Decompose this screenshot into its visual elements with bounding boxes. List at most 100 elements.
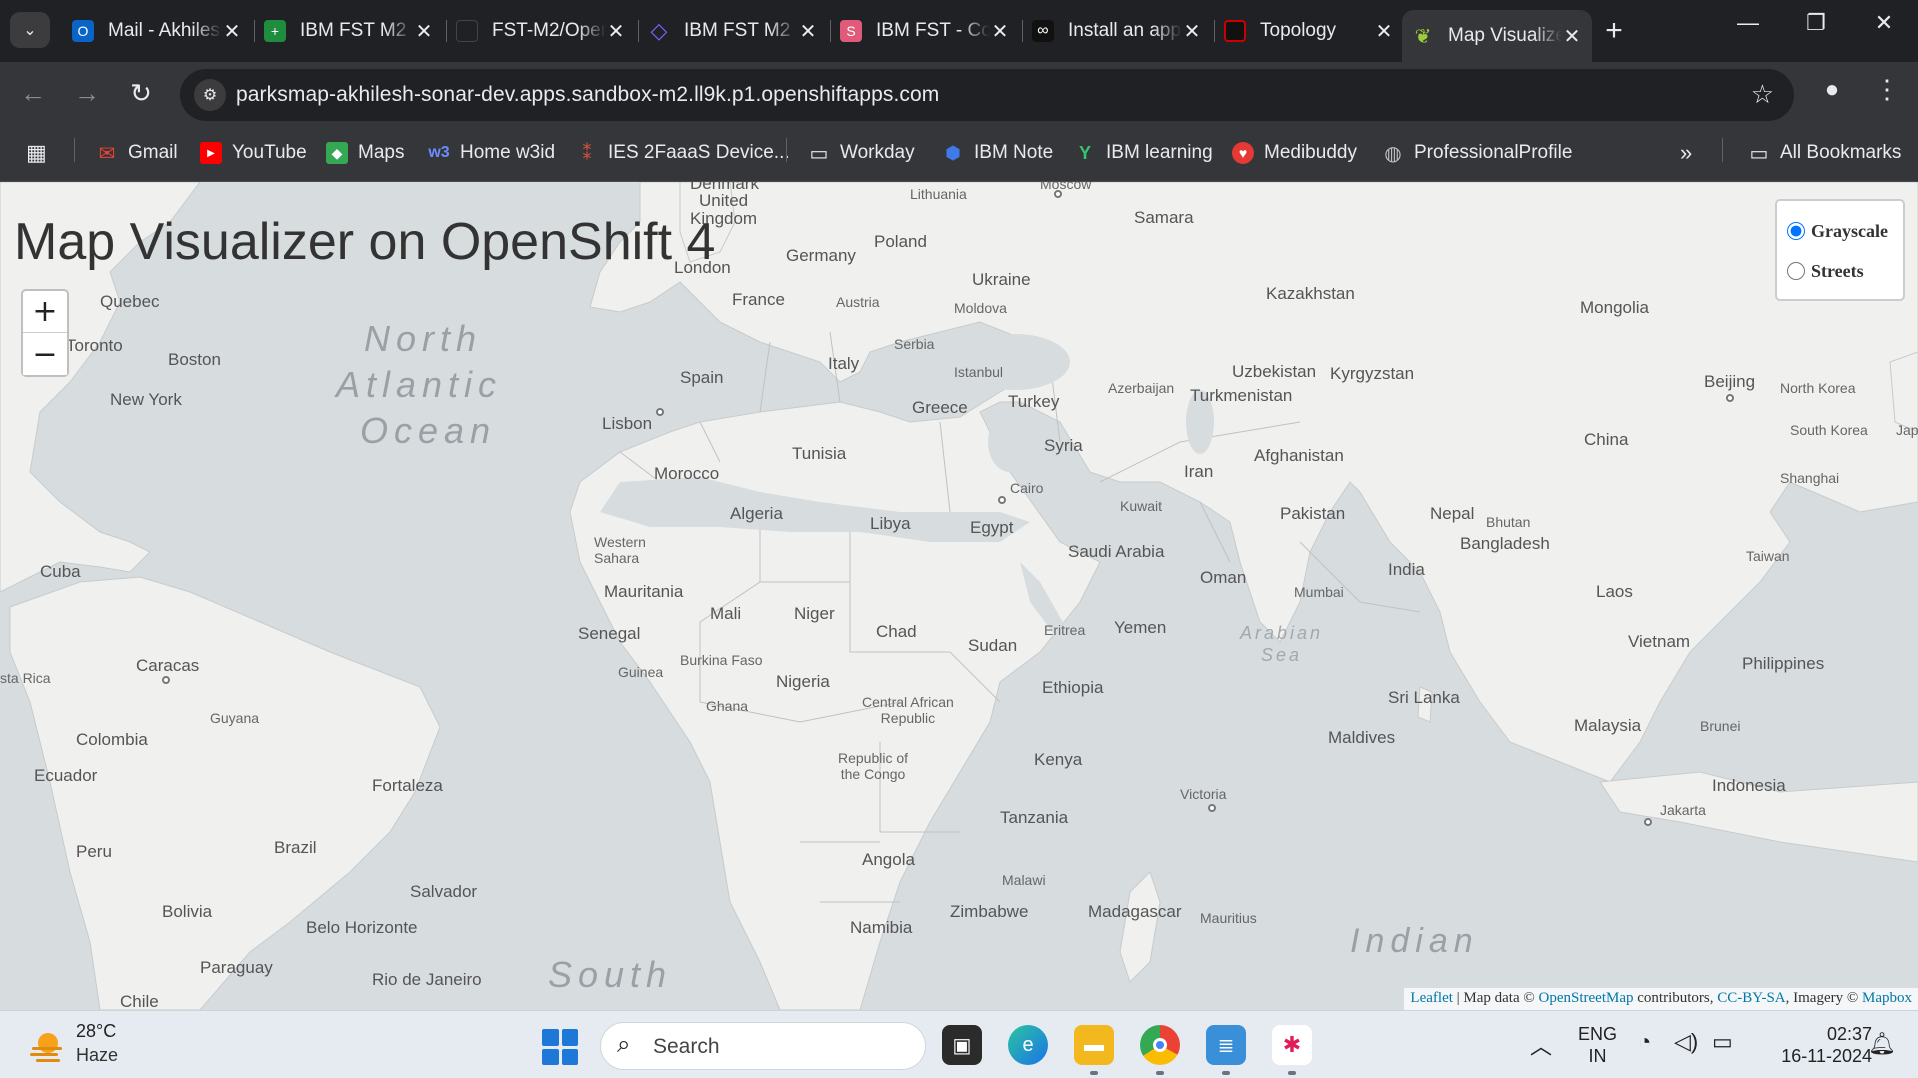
close-icon[interactable]: ✕ bbox=[990, 19, 1010, 44]
streets-radio[interactable] bbox=[1787, 262, 1805, 280]
file-explorer-icon[interactable]: ▬ bbox=[1074, 1025, 1114, 1065]
toolbar: ← → ↻ ⚙ parksmap-akhilesh-sonar-dev.apps… bbox=[0, 62, 1918, 126]
reload-button[interactable]: ↻ bbox=[124, 78, 158, 109]
wifi-icon[interactable]: ◔ bbox=[1638, 1029, 1651, 1055]
close-icon[interactable]: ✕ bbox=[1374, 19, 1394, 44]
map-label: Poland bbox=[874, 232, 927, 251]
grayscale-radio[interactable] bbox=[1787, 222, 1805, 240]
edge-icon[interactable]: e bbox=[1008, 1025, 1048, 1065]
openshift-icon bbox=[1224, 20, 1246, 42]
bookmark-star-icon[interactable]: ☆ bbox=[1751, 79, 1774, 110]
mapbox-link[interactable]: Mapbox bbox=[1862, 990, 1912, 1006]
profile-icon[interactable]: ● bbox=[1815, 76, 1849, 110]
map-label: Algeria bbox=[730, 504, 783, 523]
tab-topology[interactable]: Topology ✕ bbox=[1214, 10, 1404, 52]
map-label: Madagascar bbox=[1088, 902, 1182, 921]
notepad-icon[interactable]: ≣ bbox=[1206, 1025, 1246, 1065]
windows-start-icon[interactable] bbox=[542, 1029, 578, 1065]
leaf-icon: ❦ bbox=[1414, 25, 1432, 48]
zoom-out-button[interactable]: − bbox=[23, 333, 67, 375]
language-indicator[interactable]: ENG IN bbox=[1578, 1023, 1617, 1067]
bookmark-label: ProfessionalProfile bbox=[1414, 142, 1573, 163]
task-view-icon[interactable]: ▣ bbox=[942, 1025, 982, 1065]
tab-map-visualizer[interactable]: ❦ Map Visualizer ✕ bbox=[1402, 10, 1592, 62]
tab-ibm-fst-course[interactable]: S IBM FST - Course ✕ bbox=[830, 10, 1020, 52]
bookmark-label: Gmail bbox=[128, 142, 178, 163]
map-label: Tanzania bbox=[1000, 808, 1069, 827]
tab-ibm-fst[interactable]: ◇ IBM FST M2 ✕ bbox=[638, 10, 828, 52]
license-link[interactable]: CC-BY-SA bbox=[1717, 990, 1785, 1006]
close-icon[interactable]: ✕ bbox=[1182, 19, 1202, 44]
bookmark-label: Medibuddy bbox=[1264, 142, 1357, 163]
map-label: Egypt bbox=[970, 518, 1014, 537]
bookmark-label: All Bookmarks bbox=[1780, 142, 1902, 163]
map-label: Moscow bbox=[1040, 182, 1092, 192]
back-button[interactable]: ← bbox=[16, 78, 50, 109]
close-icon[interactable]: ✕ bbox=[606, 19, 626, 44]
battery-icon[interactable]: ▭ bbox=[1712, 1029, 1733, 1055]
map-label: Kuwait bbox=[1120, 498, 1163, 514]
tab-install-app[interactable]: ∞ Install an app ✕ bbox=[1022, 10, 1212, 52]
taskbar-search[interactable]: ⌕ Search bbox=[600, 1022, 926, 1070]
apps-grid-icon[interactable]: ▦ bbox=[26, 136, 47, 170]
minimize-button[interactable]: — bbox=[1718, 10, 1778, 36]
map-label: Jakarta bbox=[1660, 802, 1706, 818]
all-bookmarks-button[interactable]: ▭ All Bookmarks bbox=[1748, 136, 1902, 170]
tab-search-button[interactable]: ⌄ bbox=[10, 12, 50, 48]
zoom-in-button[interactable]: + bbox=[23, 291, 67, 333]
browser-window: ⌄ O Mail - Akhilesh ✕ + IBM FST M2 ✕ FST… bbox=[0, 0, 1918, 182]
url-text[interactable]: parksmap-akhilesh-sonar-dev.apps.sandbox… bbox=[236, 83, 939, 107]
s-icon: S bbox=[840, 20, 862, 42]
close-icon[interactable]: ✕ bbox=[414, 19, 434, 44]
bookmark-youtube[interactable]: ▶ YouTube bbox=[200, 136, 307, 170]
map-label: Mauritania bbox=[604, 582, 684, 601]
bookmark-ibm-note[interactable]: ⬢ IBM Note bbox=[942, 136, 1053, 170]
chevron-up-icon[interactable]: ︿ bbox=[1530, 1029, 1552, 1061]
bookmark-label: IBM learning bbox=[1106, 142, 1213, 163]
close-icon[interactable]: ✕ bbox=[798, 19, 818, 44]
openstreetmap-link[interactable]: OpenStreetMap bbox=[1539, 990, 1634, 1006]
tab-github[interactable]: FST-M2/OpenShift ✕ bbox=[446, 10, 636, 52]
chrome-icon[interactable] bbox=[1140, 1025, 1180, 1065]
clock[interactable]: 02:37 16-11-2024 bbox=[1762, 1023, 1872, 1067]
tab-ibm-fst-sheet[interactable]: + IBM FST M2 ✕ bbox=[254, 10, 444, 52]
gmail-icon: ✉ bbox=[98, 142, 116, 165]
new-tab-button[interactable]: + bbox=[1598, 14, 1630, 48]
bookmark-workday[interactable]: ▭ Workday bbox=[808, 136, 915, 170]
site-info-icon[interactable]: ⚙ bbox=[194, 79, 226, 111]
close-icon[interactable]: ✕ bbox=[222, 19, 242, 44]
map-label: Guyana bbox=[210, 710, 260, 726]
slack-icon[interactable]: ✱ bbox=[1272, 1025, 1312, 1065]
map-label: Western Sahara bbox=[594, 534, 646, 566]
bookmark-gmail[interactable]: ✉ Gmail bbox=[96, 136, 178, 170]
bookmark-medibuddy[interactable]: ♥ Medibuddy bbox=[1232, 136, 1357, 170]
tab-mail[interactable]: O Mail - Akhilesh ✕ bbox=[62, 10, 252, 52]
close-window-button[interactable]: ✕ bbox=[1854, 10, 1914, 36]
medibuddy-icon: ♥ bbox=[1232, 142, 1254, 164]
map-label: Greece bbox=[912, 398, 968, 417]
haze-weather-icon[interactable] bbox=[26, 1025, 66, 1065]
layer-option-streets[interactable]: Streets bbox=[1787, 251, 1903, 291]
close-icon[interactable]: ✕ bbox=[1562, 24, 1582, 49]
map-label: Malaysia bbox=[1574, 716, 1642, 735]
forward-button[interactable]: → bbox=[70, 78, 104, 109]
map-label: Cuba bbox=[40, 562, 81, 581]
menu-kebab-icon[interactable]: ⋮ bbox=[1874, 74, 1900, 105]
map-label: Indian bbox=[1350, 922, 1479, 960]
layer-option-grayscale[interactable]: Grayscale bbox=[1787, 211, 1903, 251]
bookmark-home-w3id[interactable]: w3 Home w3id bbox=[428, 136, 555, 170]
tab-title: IBM FST M2 bbox=[300, 20, 407, 41]
more-bookmarks-button[interactable]: » bbox=[1680, 136, 1692, 170]
bookmark-ibm-learning[interactable]: Y IBM learning bbox=[1074, 136, 1213, 170]
tab-title: Map Visualizer bbox=[1448, 25, 1562, 46]
restore-button[interactable]: ❐ bbox=[1786, 10, 1846, 36]
notification-bell-icon[interactable]: 🔔︎ bbox=[1868, 1031, 1896, 1057]
map-label: China bbox=[1584, 430, 1629, 449]
leaflet-link[interactable]: Leaflet bbox=[1410, 990, 1452, 1006]
map-label: Syria bbox=[1044, 436, 1083, 455]
bookmark-maps[interactable]: ◆ Maps bbox=[326, 136, 404, 170]
address-bar[interactable]: ⚙ parksmap-akhilesh-sonar-dev.apps.sandb… bbox=[180, 69, 1794, 121]
volume-icon[interactable]: ◁) bbox=[1674, 1029, 1698, 1055]
bookmark-ies[interactable]: ⁑ IES 2FaaaS Device... bbox=[576, 136, 790, 170]
bookmark-professional-profile[interactable]: ◍ ProfessionalProfile bbox=[1382, 136, 1572, 170]
